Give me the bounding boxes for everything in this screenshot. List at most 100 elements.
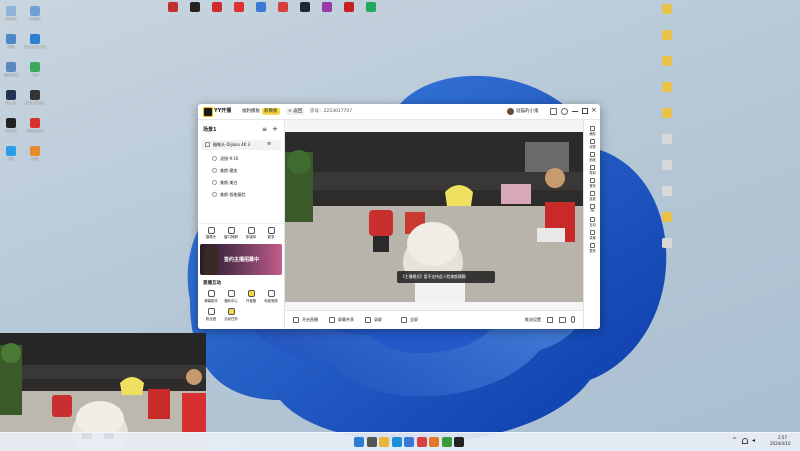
desktop-icon[interactable] — [656, 56, 678, 66]
network-icon[interactable] — [742, 438, 748, 444]
scene-title[interactable]: 场景1 — [203, 126, 216, 133]
layout-icon[interactable] — [547, 317, 553, 323]
search-icon[interactable] — [366, 437, 377, 447]
live-preview[interactable]: 【主播模式】暂不支持此人脸美颜模糊 — [285, 132, 583, 302]
source-item[interactable]: 美颜-智能瘦脸 — [212, 190, 280, 200]
back-button[interactable]: < 返回 — [286, 108, 305, 115]
app-icon — [662, 4, 672, 14]
tool-button[interactable]: 更多 — [262, 226, 280, 242]
desktop-icon[interactable] — [656, 82, 678, 92]
desktop-icon[interactable]: 下载 — [24, 62, 46, 77]
app2-icon[interactable] — [429, 437, 439, 447]
tool-button[interactable]: 窗口捕获 — [222, 226, 240, 242]
source-item[interactable]: 美颜-美白 — [212, 178, 280, 188]
desktop-icon[interactable] — [656, 134, 678, 144]
desktop-icon[interactable] — [656, 30, 678, 40]
source-item[interactable]: 滤镜-9:16 — [212, 154, 280, 164]
effect-button[interactable]: 音效 — [584, 178, 600, 190]
toast-text: 【主播模式】暂不支持此人脸美颜模糊 — [401, 274, 466, 279]
desktop-icon[interactable]: 此电脑 — [24, 6, 46, 21]
scene-menu-icon[interactable]: ≡ — [262, 126, 267, 133]
desktop-icon[interactable]: Steam — [0, 90, 22, 105]
effect-button[interactable]: 更多 — [584, 243, 600, 255]
desktop-icon[interactable] — [272, 2, 294, 12]
files-icon[interactable] — [379, 437, 389, 447]
close-icon[interactable]: × — [591, 106, 597, 115]
settings-icon[interactable] — [561, 108, 568, 115]
tool-button[interactable]: 摄像头 — [202, 226, 220, 242]
desktop-icon[interactable]: YY开播 — [0, 118, 22, 133]
tray-up-icon[interactable]: ^ — [732, 437, 737, 444]
app-icon — [662, 212, 672, 222]
desktop-icon[interactable]: 网络 — [0, 34, 22, 49]
desktop-icon-label: 控制面板 — [4, 73, 18, 77]
mic-icon[interactable] — [571, 316, 575, 323]
clock-time[interactable]: 2:57 — [778, 435, 787, 440]
maximize-icon[interactable] — [582, 108, 588, 114]
activity-button[interactable]: 开宝箱 — [241, 290, 261, 306]
activity-button[interactable]: 弹幕助手 — [201, 290, 221, 306]
clock-date[interactable]: 2024/4/10 — [770, 441, 791, 446]
desktop-icon[interactable] — [656, 238, 678, 248]
effect-button[interactable]: 连麦 — [584, 191, 600, 203]
desktop-icon[interactable] — [656, 4, 678, 14]
desktop-icon[interactable] — [228, 2, 250, 12]
app-icon — [6, 118, 16, 128]
desktop-icon[interactable] — [656, 212, 678, 222]
desktop-icon[interactable]: 照片 — [24, 146, 46, 161]
activity-button[interactable]: 电竞竞猜 — [261, 290, 281, 306]
desktop-icon[interactable]: 回收站 — [0, 6, 22, 21]
start-icon[interactable] — [354, 437, 364, 447]
desktop-icon[interactable]: 网易云音乐 — [24, 118, 46, 133]
effect-button[interactable]: 贴纸 — [584, 152, 600, 164]
app-icon — [212, 2, 222, 12]
desktop-icon[interactable] — [656, 186, 678, 196]
minimize-icon[interactable] — [572, 111, 578, 112]
control-label: 录屏 — [374, 317, 382, 322]
tool-button[interactable]: 多媒体 — [242, 226, 260, 242]
activity-button[interactable]: 福利中心 — [221, 290, 241, 306]
scene-add-icon[interactable]: + — [272, 125, 278, 133]
effect-button[interactable]: 互动 — [584, 217, 600, 229]
source-item[interactable]: 美颜-磨皮 — [212, 166, 280, 176]
effect-button[interactable]: 滤镜 — [584, 139, 600, 151]
desktop-icon[interactable]: OBS Studio — [24, 90, 46, 105]
yy-icon[interactable] — [454, 437, 464, 447]
app1-icon[interactable] — [416, 437, 427, 447]
desktop-icon[interactable]: QQ — [0, 146, 22, 161]
desktop-icon[interactable] — [184, 2, 206, 12]
menu-icon[interactable] — [550, 108, 557, 115]
desktop-icon[interactable]: Microsoft Edge — [24, 34, 46, 49]
desktop-icon[interactable] — [250, 2, 272, 12]
desktop-icon-label: YY开播 — [5, 129, 17, 133]
desktop-icon[interactable] — [316, 2, 338, 12]
avatar[interactable] — [507, 108, 514, 115]
app3-icon[interactable] — [441, 437, 452, 447]
desktop-icon[interactable] — [360, 2, 382, 12]
effect-button[interactable]: 美颜 — [584, 126, 600, 138]
source-settings-icon[interactable]: ≡ — [267, 141, 271, 147]
user-name[interactable]: 逗猫的小鬼 — [516, 108, 539, 115]
app-icon — [662, 108, 672, 118]
desktop-icon[interactable] — [338, 2, 360, 12]
edge-icon[interactable] — [391, 437, 402, 447]
camera-toggle-icon[interactable] — [559, 317, 566, 323]
app-icon — [366, 2, 376, 12]
desktop-icon[interactable] — [656, 160, 678, 170]
desktop-icon[interactable] — [294, 2, 316, 12]
promo-banner[interactable]: 签约主播招募中 — [200, 244, 282, 275]
template-tab[interactable]: 福利模板 — [242, 108, 260, 115]
source-main-item[interactable]: 摄像头-Dijiaso 4K 3 ≡ — [201, 140, 281, 150]
desktop-icon[interactable]: 控制面板 — [0, 62, 22, 77]
store-icon[interactable] — [404, 437, 414, 447]
desktop-icon[interactable] — [162, 2, 184, 12]
activity-button[interactable]: 粉丝团 — [201, 308, 221, 324]
activity-button[interactable]: 活动任务 — [221, 308, 241, 324]
effect-button[interactable]: 设置 — [584, 230, 600, 242]
volume-icon[interactable]: ◂ — [752, 437, 755, 444]
effect-button[interactable]: PK — [584, 204, 600, 216]
effect-button[interactable]: 特效 — [584, 165, 600, 177]
desktop-icon[interactable] — [656, 108, 678, 118]
desktop-icon[interactable] — [206, 2, 228, 12]
bottom-settings-label[interactable]: 推流设置 — [525, 317, 541, 323]
